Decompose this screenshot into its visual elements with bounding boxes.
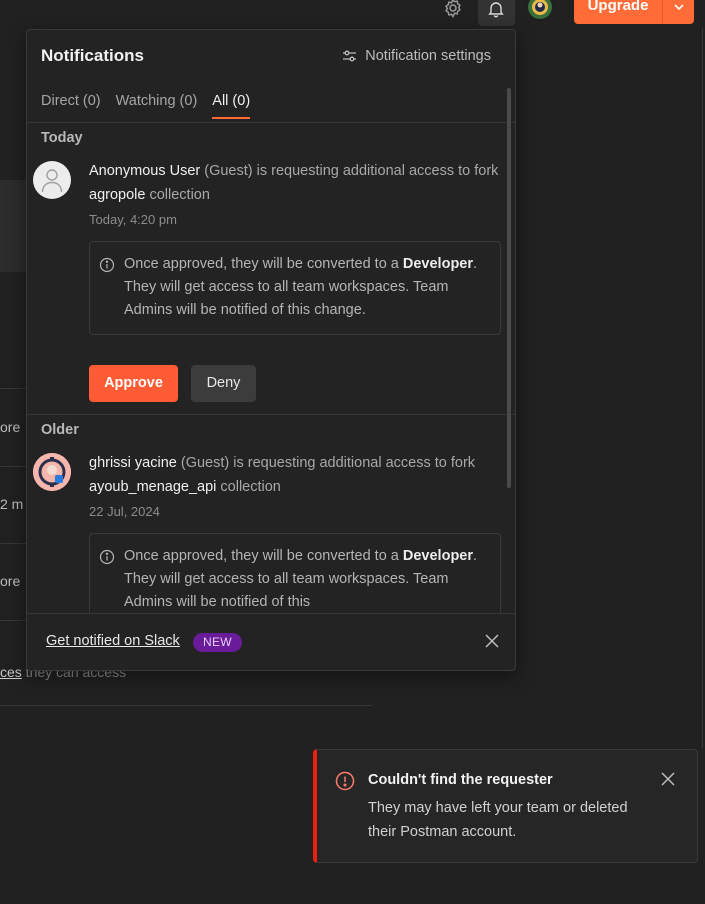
info-icon — [99, 549, 115, 565]
close-icon[interactable] — [661, 772, 675, 791]
notification-settings-label: Notification settings — [365, 48, 491, 64]
request-text: is requesting additional access to fork — [252, 163, 499, 179]
background-divider — [0, 620, 28, 621]
upgrade-menu-button[interactable] — [662, 0, 694, 24]
section-divider — [27, 414, 515, 415]
panel-footer: Get notified on Slack NEW — [27, 613, 515, 670]
tab-watching[interactable]: Watching (0) — [116, 93, 198, 117]
slack-link[interactable]: Get notified on Slack — [46, 633, 180, 649]
error-icon — [335, 771, 355, 796]
info-role: Developer — [402, 256, 474, 272]
request-suffix: collection — [145, 186, 210, 203]
gear-icon[interactable] — [441, 0, 465, 20]
info-text: Once approved, they will be converted to… — [124, 256, 403, 272]
tab-all[interactable]: All (0) — [212, 93, 250, 119]
top-bar: Upgrade — [0, 0, 705, 28]
info-role: Developer — [402, 548, 474, 564]
new-badge: NEW — [193, 633, 242, 652]
background-text: ore — [0, 573, 21, 589]
background-divider — [0, 543, 28, 544]
notifications-button[interactable] — [478, 0, 515, 26]
notification-message: ghrissi yacine (Guest) is requesting add… — [89, 452, 503, 499]
background-divider — [0, 466, 28, 467]
background-divider — [702, 28, 703, 748]
avatar — [33, 161, 71, 199]
notification-message: Anonymous User (Guest) is requesting add… — [89, 160, 503, 207]
info-box: Once approved, they will be converted to… — [89, 241, 501, 335]
background-divider — [0, 705, 372, 706]
toast-title: Couldn't find the requester — [368, 772, 553, 788]
user-avatar[interactable] — [526, 0, 554, 21]
close-icon[interactable] — [485, 634, 499, 653]
sliders-icon — [343, 50, 357, 62]
requester-name: Anonymous User — [89, 163, 201, 179]
scrollbar[interactable] — [507, 88, 511, 488]
background-text: 2 m — [0, 496, 24, 512]
user-icon — [41, 169, 63, 193]
requester-name: ghrissi yacine — [89, 455, 177, 471]
request-suffix: collection — [216, 478, 281, 495]
collection-name[interactable]: ayoub_menage_api — [89, 479, 216, 495]
notifications-list[interactable]: Today Anonymous User (Guest) is requesti… — [27, 123, 515, 613]
background-divider — [0, 388, 28, 389]
approve-button[interactable]: Approve — [89, 365, 178, 402]
bell-icon — [488, 2, 504, 18]
chevron-down-icon — [674, 4, 684, 11]
background-text: ore — [0, 419, 21, 435]
info-box: Once approved, they will be converted to… — [89, 533, 501, 613]
deny-button[interactable]: Deny — [191, 365, 256, 402]
tab-direct[interactable]: Direct (0) — [41, 93, 101, 117]
section-heading-today: Today — [41, 130, 83, 146]
collection-name[interactable]: agropole — [89, 187, 145, 203]
notifications-panel: Notifications Notification settings Dire… — [26, 29, 516, 671]
request-text: is requesting additional access to fork — [229, 455, 476, 471]
notification-settings-button[interactable]: Notification settings — [342, 48, 491, 64]
panel-title: Notifications — [41, 46, 144, 65]
error-toast: Couldn't find the requester They may hav… — [313, 749, 698, 863]
background-card — [0, 180, 28, 272]
toast-message: They may have left your team or deleted … — [368, 800, 628, 840]
upgrade-button[interactable]: Upgrade — [574, 0, 662, 24]
notification-time: 22 Jul, 2024 — [89, 504, 160, 519]
requester-role: (Guest) — [204, 163, 253, 179]
notification-tabs: Direct (0) Watching (0) All (0) — [41, 93, 250, 119]
section-heading-older: Older — [41, 422, 79, 438]
notification-time: Today, 4:20 pm — [89, 212, 177, 227]
requester-role: (Guest) — [180, 455, 230, 471]
info-text: Once approved, they will be converted to… — [124, 548, 403, 564]
info-icon — [99, 257, 115, 273]
avatar — [33, 453, 71, 491]
workspaces-link[interactable]: ces — [0, 664, 22, 680]
